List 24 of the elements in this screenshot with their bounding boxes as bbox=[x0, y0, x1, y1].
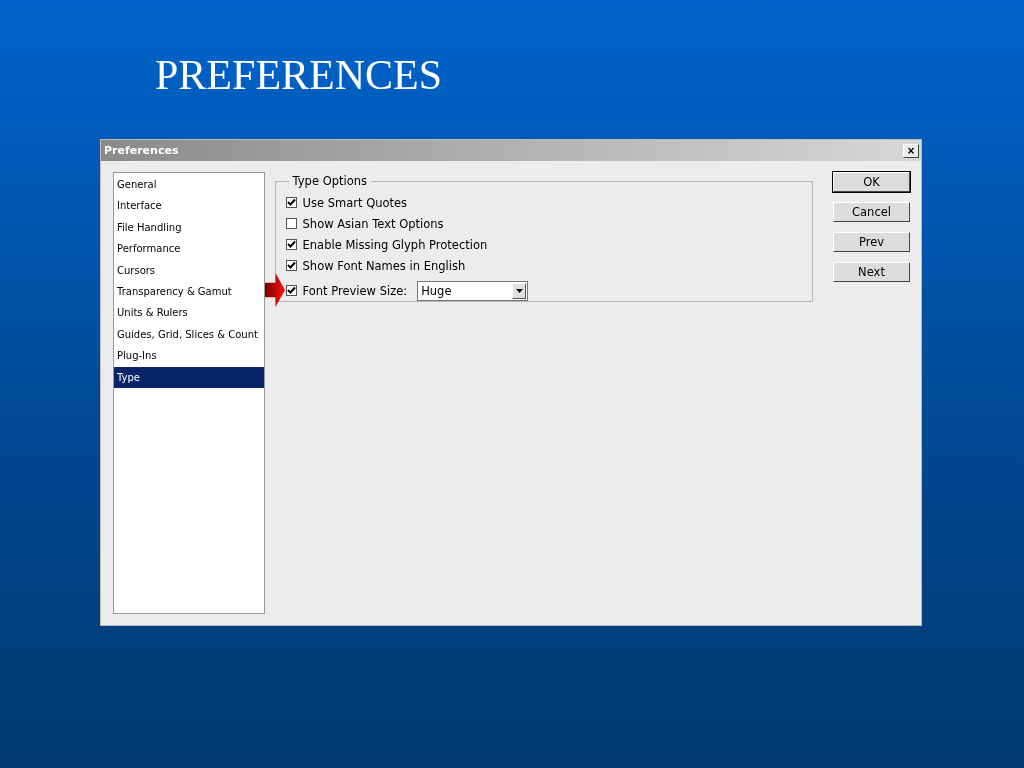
category-item[interactable]: General bbox=[114, 174, 264, 196]
dialog-button[interactable]: Cancel bbox=[833, 202, 910, 222]
option-label: Show Asian Text Options bbox=[302, 216, 444, 231]
category-item[interactable]: Transparency & Gamut bbox=[114, 280, 264, 303]
category-item[interactable]: Plug-Ins bbox=[114, 345, 264, 367]
option-label: Font Preview Size: bbox=[302, 283, 408, 298]
category-item[interactable]: File Handling bbox=[114, 216, 264, 239]
option-label: Enable Missing Glyph Protection bbox=[302, 237, 488, 252]
close-button[interactable]: × bbox=[903, 143, 919, 158]
category-item[interactable]: Guides, Grid, Slices & Count bbox=[114, 323, 264, 346]
category-item[interactable]: Performance bbox=[114, 238, 264, 260]
slide-title: PREFERENCES bbox=[155, 52, 443, 99]
category-item[interactable]: Units & Rulers bbox=[114, 302, 264, 324]
option-label: Use Smart Quotes bbox=[302, 195, 408, 210]
window-title: Preferences bbox=[104, 144, 179, 157]
category-item[interactable]: Interface bbox=[114, 195, 264, 217]
dialog-button[interactable]: Next bbox=[833, 262, 910, 282]
category-item[interactable]: Cursors bbox=[114, 259, 264, 281]
dialog-button[interactable]: Prev bbox=[833, 232, 910, 252]
group-title: Type Options bbox=[288, 174, 371, 188]
option-label: Show Font Names in English bbox=[302, 258, 466, 273]
category-item[interactable]: Type bbox=[114, 366, 264, 388]
dialog-button[interactable]: OK bbox=[833, 172, 910, 192]
size-dropdown[interactable]: Huge bbox=[417, 280, 529, 301]
